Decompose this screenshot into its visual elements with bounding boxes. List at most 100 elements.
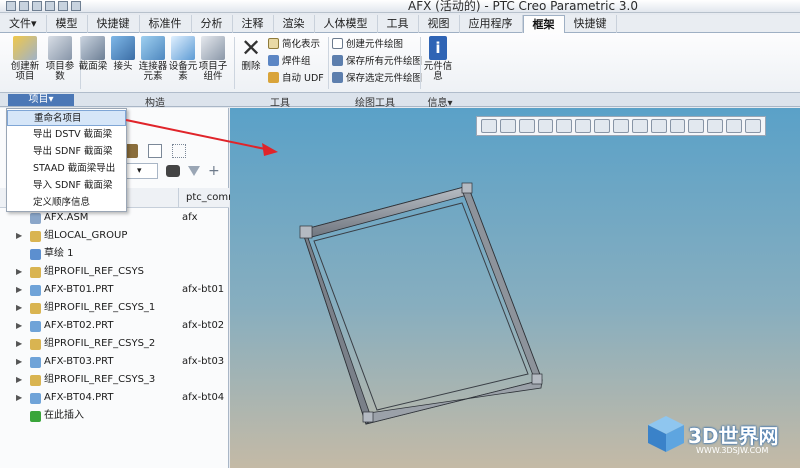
project-sub-component-button[interactable]: 项目子组件 — [196, 36, 230, 82]
tree-node-icon — [30, 249, 41, 260]
project-params-button[interactable]: 项目参数 — [43, 36, 77, 82]
tree-node-label: 组PROFIL_REF_CSYS_2 — [44, 338, 156, 349]
group-project-dropdown[interactable]: 项目▾ — [8, 94, 74, 106]
expand-arrow-icon[interactable]: ▶ — [16, 263, 22, 281]
tree-node-label: 组PROFIL_REF_CSYS_1 — [44, 302, 156, 313]
component-info-button[interactable]: i 元件信息 — [421, 36, 455, 82]
expand-arrow-icon[interactable]: ▶ — [16, 371, 22, 389]
tree-search-row: ▾ + — [124, 162, 220, 180]
tree-row[interactable]: ▶ 组PROFIL_REF_CSYS — [0, 263, 229, 281]
tree-row[interactable]: ▶ AFX-BT04.PRT afx-bt04 — [0, 389, 229, 407]
menu-item-1[interactable]: 导出 DSTV 截面梁 — [7, 127, 126, 143]
expand-arrow-icon[interactable]: ▶ — [16, 281, 22, 299]
expand-arrow-icon[interactable]: ▶ — [16, 227, 22, 245]
save-icon[interactable] — [32, 1, 42, 11]
tab-5[interactable]: 注释 — [233, 15, 274, 33]
expand-arrow-icon[interactable]: ▶ — [16, 335, 22, 353]
group-construct-label: 构造 — [145, 98, 165, 109]
tree-row[interactable]: ▶ 组PROFIL_REF_CSYS_1 — [0, 299, 229, 317]
tree-row[interactable]: ▶ 组PROFIL_REF_CSYS_3 — [0, 371, 229, 389]
filter-icon[interactable] — [188, 166, 200, 176]
expand-arrow-icon[interactable]: ▶ — [16, 317, 22, 335]
create-component-drawing-button[interactable]: 创建元件绘图 — [332, 38, 403, 52]
tab-1[interactable]: 模型 — [47, 15, 88, 33]
regenerate-icon[interactable] — [71, 1, 81, 11]
expand-arrow-icon[interactable]: ▶ — [16, 389, 22, 407]
tab-8[interactable]: 工具 — [378, 15, 419, 33]
beam-top[interactable] — [301, 185, 472, 239]
tree-row[interactable]: ▶ AFX-BT01.PRT afx-bt01 — [0, 281, 229, 299]
project-dropdown-menu: 重命名项目 导出 DSTV 截面梁 导出 SDNF 截面梁 STAAD 截面梁导出 导入… — [6, 108, 127, 212]
ribbon-tabs: 文件▾ 模型 快捷键 标准件 分析 注释 渲染 人体模型 工具 视图 应用程序 框架 快捷键 — [0, 15, 800, 34]
tree-row[interactable]: 草绘 1 — [0, 245, 229, 263]
tree-node-param-value: afx-bt03 — [182, 356, 225, 367]
open-icon[interactable] — [19, 1, 29, 11]
tab-4[interactable]: 分析 — [192, 15, 233, 33]
cube-logo-icon — [648, 416, 684, 452]
menu-item-4[interactable]: 导入 SDNF 截面梁 — [7, 178, 126, 194]
add-column-icon[interactable]: + — [208, 163, 220, 179]
tab-12[interactable]: 快捷键 — [565, 15, 617, 33]
equipment-element-button[interactable]: 设备元素 — [166, 36, 200, 82]
joint-button[interactable]: 接头 — [106, 36, 140, 72]
tree-node-label: 在此插入 — [44, 410, 84, 421]
show-menu-icon[interactable] — [148, 144, 162, 158]
connector-element-button[interactable]: 连接器元素 — [136, 36, 170, 82]
save-all-drawings-button[interactable]: 保存所有元件绘图 — [332, 55, 422, 69]
new-icon[interactable] — [6, 1, 16, 11]
expand-arrow-icon[interactable]: ▶ — [16, 353, 22, 371]
undo-icon[interactable] — [45, 1, 55, 11]
tree-node-icon — [30, 303, 41, 314]
delete-button[interactable]: ✕ 删除 — [234, 36, 268, 72]
tree-columns-icon[interactable] — [172, 144, 186, 158]
tree-node-param-value: afx-bt02 — [182, 320, 225, 331]
model-tree-toolbar — [124, 141, 186, 161]
binoculars-icon[interactable] — [166, 165, 180, 177]
title-bar: AFX (活动的) - PTC Creo Parametric 3.0 — [0, 0, 800, 13]
tree-node-label: 组LOCAL_GROUP — [44, 230, 128, 241]
tree-node-label: AFX-BT03.PRT — [44, 356, 114, 367]
group-info-dropdown[interactable]: 信息▾ — [420, 94, 460, 109]
tree-node-label: AFX-BT04.PRT — [44, 392, 114, 403]
tree-node-icon — [30, 231, 41, 242]
redo-icon[interactable] — [58, 1, 68, 11]
project-params-icon — [48, 36, 72, 60]
tree-row[interactable]: ▶ 组LOCAL_GROUP — [0, 227, 229, 245]
create-project-button[interactable]: 创建新项目 — [8, 36, 42, 82]
group-tools-label: 工具 — [270, 98, 290, 109]
tab-3[interactable]: 标准件 — [140, 15, 192, 33]
tree-node-icon — [30, 357, 41, 368]
save-selected-drawings-button[interactable]: 保存选定元件绘图 — [332, 72, 422, 86]
tree-row[interactable]: ▶ 组PROFIL_REF_CSYS_2 — [0, 335, 229, 353]
equipment-element-icon — [171, 36, 195, 60]
section-beam-button[interactable]: 截面梁 — [76, 36, 110, 72]
weld-group-button[interactable]: 焊件组 — [268, 55, 311, 69]
beam-left[interactable] — [301, 229, 373, 425]
tab-2[interactable]: 快捷键 — [88, 15, 140, 33]
beam-bottom[interactable] — [365, 379, 543, 425]
tab-10[interactable]: 应用程序 — [460, 15, 523, 33]
expand-arrow-icon[interactable]: ▶ — [16, 299, 22, 317]
tab-11[interactable]: 框架 — [522, 15, 565, 34]
beam-right[interactable] — [461, 185, 543, 384]
column-divider[interactable] — [178, 188, 179, 208]
menu-item-0[interactable]: 重命名项目 — [7, 110, 126, 126]
auto-udf-button[interactable]: 自动 UDF — [268, 72, 324, 86]
watermark: 3D世界网 WWW.3DSJW.COM — [640, 408, 800, 468]
tab-9[interactable]: 视图 — [419, 15, 460, 33]
menu-item-3[interactable]: STAAD 截面梁导出 — [7, 161, 126, 177]
column-param-header[interactable]: ptc_comn — [186, 192, 234, 203]
tree-row[interactable]: ▶ AFX-BT03.PRT afx-bt03 — [0, 353, 229, 371]
menu-item-2[interactable]: 导出 SDNF 截面梁 — [7, 144, 126, 160]
menu-item-5[interactable]: 定义顺序信息 — [7, 195, 126, 211]
tab-0[interactable]: 文件▾ — [0, 15, 47, 33]
tree-filter-dropdown[interactable]: ▾ — [124, 163, 158, 179]
tab-7[interactable]: 人体模型 — [315, 15, 378, 33]
tree-node-param-value: afx-bt04 — [182, 392, 225, 403]
tree-row[interactable]: ▶ AFX-BT02.PRT afx-bt02 — [0, 317, 229, 335]
watermark-text: 3D世界网 — [688, 424, 779, 448]
simplified-rep-button[interactable]: 简化表示 — [268, 38, 320, 52]
tree-row[interactable]: 在此插入 — [0, 407, 229, 425]
tab-6[interactable]: 渲染 — [274, 15, 315, 33]
tree-node-icon — [30, 321, 41, 332]
